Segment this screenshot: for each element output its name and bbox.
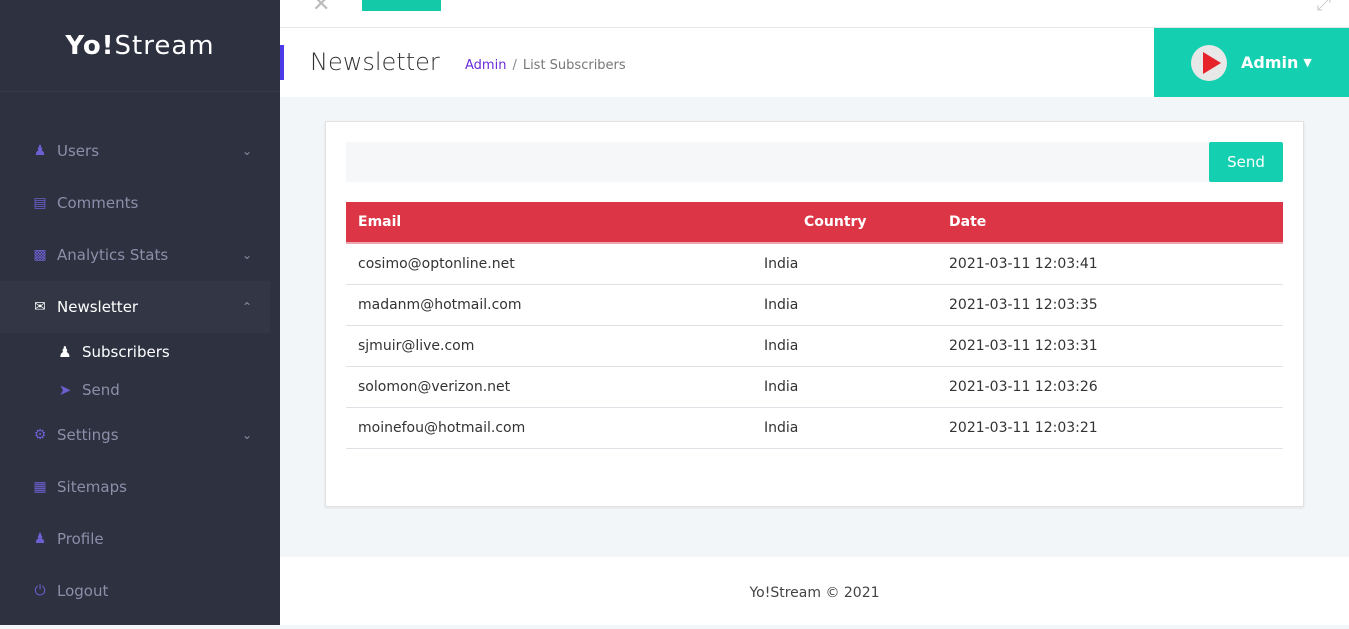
close-icon[interactable]: ✕ [312,0,330,17]
sidebar-item-newsletter[interactable]: ✉ Newsletter ⌃ [0,281,270,333]
envelope-icon: ✉ [34,299,46,315]
table-row: moinefou@hotmail.com India 2021-03-11 12:0… [346,407,1283,449]
cell-date: 2021-03-11 12:03:26 [937,366,1283,408]
sidebar-item-logout[interactable]: ⏻ Logout [0,565,280,617]
breadcrumb-current: List Subscribers [522,58,626,73]
footer: Yo!Stream © 2021 [280,557,1349,625]
table-row: sjmuir@live.com India 2021-03-11 12:03:31 [346,325,1283,367]
page-header: Newsletter Admin / List Subscribers Admin ▼ [280,28,1349,97]
sidebar-subitem-send[interactable]: ➤ Send [0,371,280,409]
cell-email: cosimo@optonline.net [346,243,752,285]
sidebar-item-label: Sitemaps [57,478,127,496]
cell-email: madanm@hotmail.com [346,284,752,326]
top-bar: ✕ ⤢ [280,0,1349,28]
sidebar-item-sitemaps[interactable]: ▦ Sitemaps [0,461,280,513]
cell-email: moinefou@hotmail.com [346,407,752,449]
column-header-country: Country [752,202,937,244]
subscribers-card: Send Email Country Date cosimo@optonline… [325,121,1304,507]
logo-bold: Yo! [65,30,115,61]
cell-country: India [752,366,937,408]
breadcrumb-separator: / [512,58,517,73]
sidebar-item-label: Analytics Stats [57,246,169,264]
sidebar-subitem-label: Subscribers [82,343,170,361]
logo[interactable]: Yo! Stream [0,0,280,92]
page-title: Newsletter [310,48,440,76]
sidebar-item-label: Settings [57,426,119,444]
breadcrumb: Admin / List Subscribers [465,58,626,73]
sidebar-item-label: Profile [57,530,104,548]
avatar [1191,44,1227,81]
user-icon: ♟ [33,531,47,547]
user-icon: ♟ [33,143,47,159]
comment-icon: ▤ [33,195,47,211]
sidebar-subitem-label: Send [82,381,120,399]
send-button[interactable]: Send [1209,142,1283,182]
chevron-down-icon: ▼ [1303,56,1312,69]
sidebar-item-analytics[interactable]: ▩ Analytics Stats ⌄ [0,229,280,281]
sidebar-item-label: Comments [57,194,139,212]
sidebar-item-label: Users [57,142,100,160]
chevron-down-icon: ⌄ [242,144,253,158]
sidebar-nav: ♟ Users ⌄ ▤ Comments ▩ Analytics Stats ⌄ ✉ New… [0,125,280,617]
table-row: madanm@hotmail.com India 2021-03-11 12:03:… [346,284,1283,326]
cell-email: solomon@verizon.net [346,366,752,408]
sidebar-subitem-subscribers[interactable]: ♟ Subscribers [0,333,280,371]
power-icon: ⏻ [34,583,46,599]
user-icon: ♟ [58,343,72,361]
sidebar: Yo! Stream ♟ Users ⌄ ▤ Comments ▩ Analytics S… [0,0,280,625]
cell-country: India [752,284,937,326]
table-row: solomon@verizon.net India 2021-03-11 12:03… [346,366,1283,408]
expand-icon[interactable]: ⤢ [1317,0,1331,15]
newsletter-input[interactable] [346,142,1210,182]
chart-icon: ▩ [33,247,47,263]
cell-email: sjmuir@live.com [346,325,752,367]
sidebar-item-comments[interactable]: ▤ Comments [0,177,280,229]
user-menu[interactable]: Admin ▼ [1154,28,1349,97]
sidebar-item-users[interactable]: ♟ Users ⌄ [0,125,280,177]
logo-rest: Stream [114,30,215,61]
table-row: cosimo@optonline.net India 2021-03-11 12:0… [346,243,1283,285]
cell-country: India [752,243,937,285]
cell-date: 2021-03-11 12:03:35 [937,284,1283,326]
column-header-date: Date [937,202,1283,244]
sidebar-item-label: Logout [57,582,109,600]
rss-icon: ▦ [33,479,47,495]
top-action-button[interactable] [362,0,441,11]
column-header-email: Email [346,202,752,244]
breadcrumb-admin[interactable]: Admin [465,58,506,73]
subscribers-table: Email Country Date cosimo@optonline.net I… [346,202,1283,449]
cell-country: India [752,325,937,367]
sidebar-item-profile[interactable]: ♟ Profile [0,513,280,565]
chevron-down-icon: ⌄ [242,428,253,442]
user-name: Admin [1241,53,1299,72]
cell-date: 2021-03-11 12:03:31 [937,325,1283,367]
chevron-down-icon: ⌄ [242,248,253,262]
cell-date: 2021-03-11 12:03:21 [937,407,1283,449]
gear-icon: ⚙ [33,427,47,443]
header-accent [280,45,284,80]
sidebar-item-settings[interactable]: ⚙ Settings ⌄ [0,409,280,461]
cell-date: 2021-03-11 12:03:41 [937,243,1283,285]
sidebar-item-label: Newsletter [57,298,139,316]
chevron-up-icon: ⌃ [242,300,253,314]
send-icon: ➤ [58,381,72,399]
cell-country: India [752,407,937,449]
